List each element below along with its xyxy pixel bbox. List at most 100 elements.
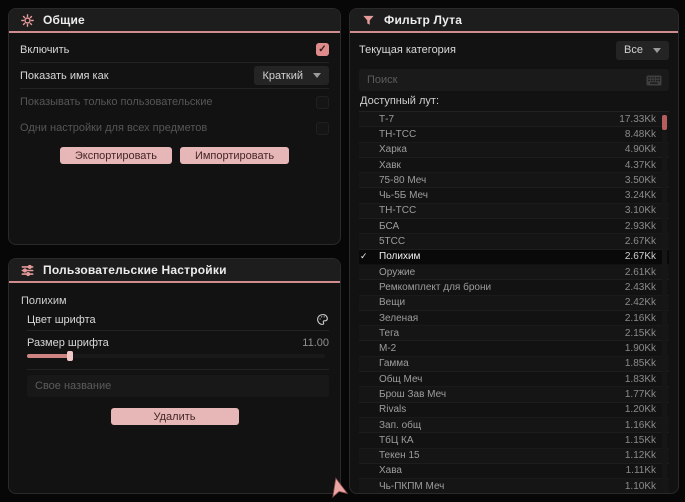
loot-item-row[interactable]: Тега 2.15Kk bbox=[359, 326, 669, 341]
keyboard-icon[interactable] bbox=[646, 75, 662, 86]
category-label: Текущая категория bbox=[359, 44, 456, 56]
loot-item-name: 5ТСС bbox=[379, 236, 406, 248]
loot-item-name: ТН-ТСС bbox=[379, 205, 417, 217]
export-button[interactable]: Экспортировать bbox=[59, 147, 172, 164]
enable-row: Включить ✓ bbox=[20, 37, 329, 63]
loot-item-name: Текен 15 bbox=[379, 450, 420, 462]
search-input[interactable] bbox=[359, 69, 646, 91]
general-panel-title: Общие bbox=[43, 13, 85, 27]
loot-item-row[interactable]: Ремкомплект для брони 2.43Kk bbox=[359, 280, 669, 295]
font-color-row[interactable]: Цвет шрифта bbox=[27, 309, 329, 331]
loot-panel-header[interactable]: Фильтр Лута bbox=[350, 9, 678, 31]
custom-settings-panel: Пользовательские Настройки Полихим Цвет … bbox=[8, 258, 341, 494]
loot-item-name: Хавк bbox=[379, 159, 401, 171]
loot-item-row[interactable]: ТН-ТСС 3.10Kk bbox=[359, 204, 669, 219]
loot-item-name: Чь-ПКПМ Меч bbox=[379, 480, 445, 492]
loot-item-name: Оружие bbox=[379, 266, 416, 278]
loot-item-name: Зеленая bbox=[379, 312, 419, 324]
loot-item-row[interactable]: 5ТСС 2.67Kk bbox=[359, 234, 669, 249]
loot-item-row[interactable]: Rivals 1.20Kk bbox=[359, 403, 669, 418]
loot-item-row[interactable]: 75-80 Меч 3.50Kk bbox=[359, 173, 669, 188]
general-panel-header[interactable]: Общие bbox=[9, 9, 340, 31]
loot-item-name: Полихим bbox=[379, 251, 421, 263]
loot-item-row[interactable]: Хавк 4.37Kk bbox=[359, 158, 669, 173]
general-panel: Общие Включить ✓ Показать имя как Кратки… bbox=[8, 8, 341, 245]
loot-item-name: 75-80 Меч bbox=[379, 174, 427, 186]
mod-config-window: Общие Включить ✓ Показать имя как Кратки… bbox=[0, 0, 685, 502]
header-accent-line bbox=[350, 31, 678, 33]
slider-fill bbox=[27, 354, 73, 358]
loot-item-row[interactable]: Оружие 2.61Kk bbox=[359, 265, 669, 280]
loot-filter-panel: Фильтр Лута Текущая категория Все Поиск … bbox=[349, 8, 679, 494]
loot-item-row[interactable]: Чь-5Б Меч 3.24Kk bbox=[359, 188, 669, 203]
slider-grab[interactable] bbox=[67, 351, 74, 361]
loot-item-name: Чь-5Б Меч bbox=[379, 190, 428, 202]
scrollbar-thumb[interactable] bbox=[662, 115, 667, 130]
loot-item-row[interactable]: Харка 4.90Kk bbox=[359, 143, 669, 158]
import-button[interactable]: Импортировать bbox=[179, 147, 290, 164]
loot-item-row[interactable]: ТН-ТСС 8.48Kk bbox=[359, 127, 669, 142]
loot-item-name: ТбЦ КА bbox=[379, 434, 414, 446]
loot-item-name: Гамма bbox=[379, 358, 409, 370]
loot-item-name: Rivals bbox=[379, 404, 407, 416]
loot-item-name: Тега bbox=[379, 327, 400, 339]
funnel-icon bbox=[362, 14, 375, 27]
loot-item-row[interactable]: ✓ Полихим 2.67Kk bbox=[359, 249, 669, 265]
loot-item-name: Зап. общ bbox=[379, 419, 422, 431]
loot-item-name: Харка bbox=[379, 144, 407, 156]
same-settings-row: Одни настройки для всех предметов bbox=[20, 115, 329, 141]
check-icon: ✓ bbox=[360, 251, 368, 262]
sliders-icon bbox=[21, 264, 34, 277]
show-name-combo[interactable]: Краткий bbox=[254, 66, 329, 85]
loot-list: Т-7 17.33Kk ТН-ТСС 8.48Kk Харка 4.90Kk Хавк 4.3… bbox=[359, 111, 669, 493]
loot-item-name: Общ Меч bbox=[379, 373, 423, 385]
loot-item-row[interactable]: Зап. общ 1.16Kk bbox=[359, 418, 669, 433]
only-custom-label: Показывать только пользовательские bbox=[20, 96, 213, 108]
palette-icon[interactable] bbox=[316, 313, 329, 326]
chevron-down-icon bbox=[313, 73, 321, 78]
loot-item-row[interactable]: Брош Зав Меч 1.77Kk bbox=[359, 387, 669, 402]
loot-item-row[interactable]: Гамма 1.85Kk bbox=[359, 357, 669, 372]
same-settings-checkbox bbox=[316, 121, 329, 135]
loot-item-row[interactable]: Вещи 2.42Kk bbox=[359, 296, 669, 311]
loot-item-row[interactable]: Общ Меч 1.83Kk bbox=[359, 372, 669, 387]
loot-item-row[interactable]: Зеленая 2.16Kk bbox=[359, 311, 669, 326]
chevron-down-icon bbox=[653, 47, 661, 53]
custom-panel-title: Пользовательские Настройки bbox=[43, 263, 227, 277]
only-custom-row: Показывать только пользовательские bbox=[20, 89, 329, 115]
loot-item-row[interactable]: Чь-ПКПМ Меч 1.10Kk bbox=[359, 479, 669, 493]
font-size-label: Размер шрифта bbox=[27, 336, 109, 349]
loot-item-row[interactable]: БСА 2.93Kk bbox=[359, 219, 669, 234]
category-combo[interactable]: Все bbox=[616, 40, 669, 60]
loot-item-row[interactable]: Текен 15 1.12Kk bbox=[359, 449, 669, 464]
gear-icon bbox=[21, 13, 34, 27]
only-custom-checkbox bbox=[316, 95, 329, 109]
delete-button[interactable]: Удалить bbox=[110, 408, 239, 425]
category-row: Текущая категория Все bbox=[359, 37, 669, 63]
enable-label: Включить bbox=[20, 43, 70, 56]
custom-panel-header[interactable]: Пользовательские Настройки bbox=[9, 259, 340, 281]
font-color-label: Цвет шрифта bbox=[27, 313, 96, 326]
show-name-combo-value: Краткий bbox=[262, 69, 303, 82]
loot-item-row[interactable]: Хава 1.11Kk bbox=[359, 464, 669, 479]
mouse-cursor-icon bbox=[329, 477, 349, 502]
same-settings-label: Одни настройки для всех предметов bbox=[20, 122, 208, 134]
show-name-label: Показать имя как bbox=[20, 69, 109, 82]
enable-checkbox[interactable]: ✓ bbox=[316, 43, 329, 56]
loot-item-row[interactable]: М-2 1.90Kk bbox=[359, 341, 669, 356]
loot-list-scrollbar[interactable] bbox=[662, 113, 667, 493]
loot-item-name: Брош Зав Меч bbox=[379, 388, 447, 400]
loot-item-row[interactable]: Т-7 17.33Kk bbox=[359, 112, 669, 127]
loot-item-name: ТН-ТСС bbox=[379, 128, 417, 140]
search-box bbox=[359, 69, 669, 91]
selected-item-name: Полихим bbox=[21, 295, 67, 307]
font-size-value: 11.00 bbox=[302, 336, 329, 349]
loot-item-row[interactable]: ТбЦ КА 1.15Kk bbox=[359, 433, 669, 448]
show-name-row: Показать имя как Краткий bbox=[20, 63, 329, 89]
loot-item-name: БСА bbox=[379, 220, 400, 232]
loot-item-name: Ремкомплект для брони bbox=[379, 281, 492, 293]
custom-name-input[interactable] bbox=[27, 375, 329, 397]
loot-item-name: Хава bbox=[379, 465, 402, 477]
font-size-slider[interactable] bbox=[27, 351, 329, 361]
font-size-row: Размер шрифта 11.00 bbox=[27, 331, 329, 370]
